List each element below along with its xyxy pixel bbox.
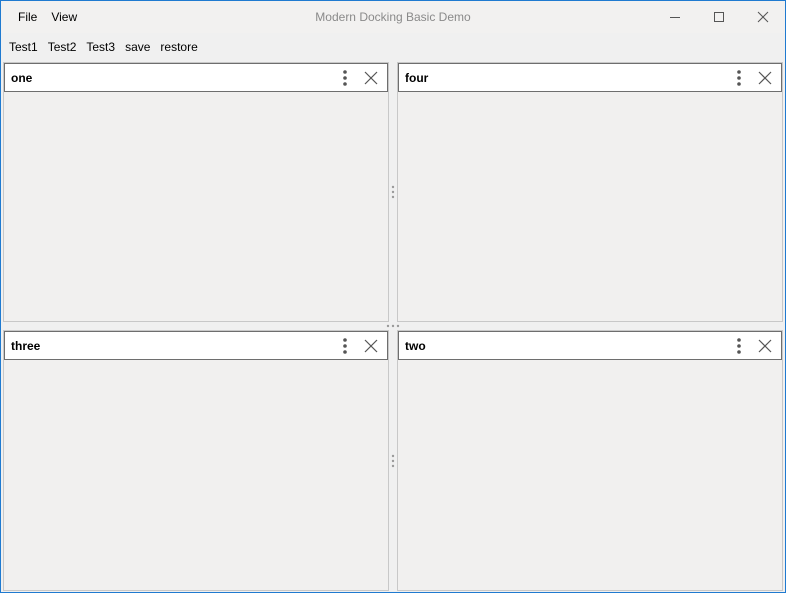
panel-title: two: [405, 339, 426, 353]
vertical-dots-icon: [343, 69, 347, 86]
panel-close-button[interactable]: [359, 332, 383, 359]
dock-panel-three: three: [3, 330, 389, 591]
close-icon: [364, 71, 378, 84]
menu-bar: File View: [11, 1, 84, 33]
test3-button[interactable]: Test3: [81, 35, 120, 59]
panel-header[interactable]: three: [4, 331, 388, 360]
panel-header[interactable]: one: [4, 63, 388, 92]
panel-title: four: [405, 71, 429, 85]
app-window: File View Modern Docking Basic Demo Test…: [0, 0, 786, 593]
panel-menu-button[interactable]: [727, 64, 751, 91]
panel-menu-button[interactable]: [727, 332, 751, 359]
dock-panel-four: four: [397, 62, 783, 322]
test1-button[interactable]: Test1: [4, 35, 43, 59]
dock-panel-one: one: [3, 62, 389, 322]
toolbar: Test1 Test2 Test3 save restore: [1, 35, 203, 59]
close-icon: [364, 339, 378, 352]
vertical-dots-icon: [737, 337, 741, 354]
window-controls: [653, 1, 785, 33]
minimize-button[interactable]: [653, 1, 697, 33]
menu-view[interactable]: View: [44, 1, 84, 33]
splitter-grip-icon: [391, 454, 395, 467]
panel-menu-button[interactable]: [333, 64, 357, 91]
test2-button[interactable]: Test2: [43, 35, 82, 59]
panel-header[interactable]: four: [398, 63, 782, 92]
save-button[interactable]: save: [120, 35, 155, 59]
vertical-dots-icon: [737, 69, 741, 86]
dock-panel-two: two: [397, 330, 783, 591]
panel-title: one: [11, 71, 33, 85]
panel-close-button[interactable]: [359, 64, 383, 91]
close-window-button[interactable]: [741, 1, 785, 33]
minimize-icon: [670, 17, 680, 18]
splitter-grip-icon: [386, 324, 400, 328]
panel-header[interactable]: two: [398, 331, 782, 360]
panel-title: three: [11, 339, 41, 353]
panel-close-button[interactable]: [753, 64, 777, 91]
close-icon: [758, 339, 772, 352]
splitter-grip-icon: [391, 185, 395, 199]
menu-file[interactable]: File: [11, 1, 44, 33]
vertical-splitter-bottom[interactable]: [390, 330, 396, 591]
vertical-dots-icon: [343, 337, 347, 354]
maximize-button[interactable]: [697, 1, 741, 33]
vertical-splitter-top[interactable]: [390, 62, 396, 322]
panel-menu-button[interactable]: [333, 332, 357, 359]
close-icon: [757, 11, 769, 23]
title-bar: File View Modern Docking Basic Demo: [1, 1, 785, 33]
maximize-icon: [714, 12, 724, 22]
panel-close-button[interactable]: [753, 332, 777, 359]
restore-button[interactable]: restore: [155, 35, 202, 59]
horizontal-splitter[interactable]: [3, 323, 783, 329]
close-icon: [758, 71, 772, 84]
